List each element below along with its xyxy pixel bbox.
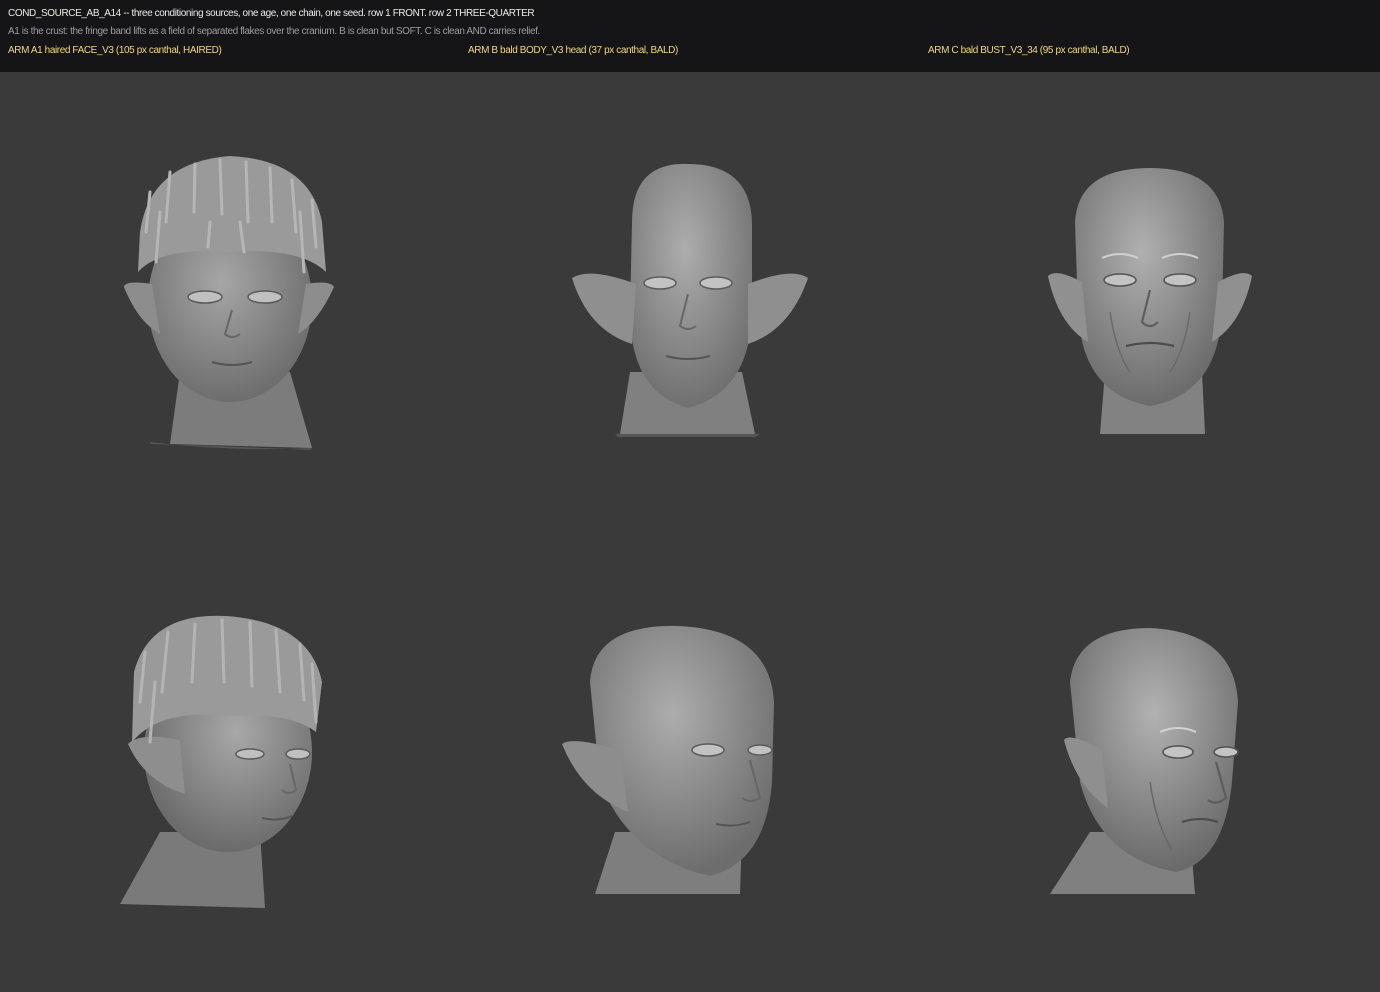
header-bar: COND_SOURCE_AB_A14 -- three conditioning… [0,0,1380,72]
haired-head-threequarter-render [120,615,322,908]
render-front-c [920,72,1380,532]
arm-label-b: ARM B bald BODY_V3 head (37 px canthal, … [468,45,678,56]
bald-soft-head-front-render [572,163,808,437]
page-title: COND_SOURCE_AB_A14 -- three conditioning… [8,8,535,19]
render-front-a1 [0,72,460,532]
arm-label-a1: ARM A1 haired FACE_V3 (105 px canthal, H… [8,45,222,56]
arm-label-c: ARM C bald BUST_V3_34 (95 px canthal, BA… [928,45,1130,56]
bald-soft-head-threequarter-render [562,625,774,894]
header-note: A1 is the crust: the fringe band lifts a… [8,26,540,37]
bald-relief-head-front-render [1048,168,1252,434]
render-threequarter-c [920,532,1380,992]
render-threequarter-a1 [0,532,460,992]
haired-head-front-render [124,156,334,450]
render-threequarter-b [460,532,920,992]
bald-relief-head-threequarter-render [1050,628,1239,894]
render-viewport [0,72,1380,992]
render-front-b [460,72,920,532]
